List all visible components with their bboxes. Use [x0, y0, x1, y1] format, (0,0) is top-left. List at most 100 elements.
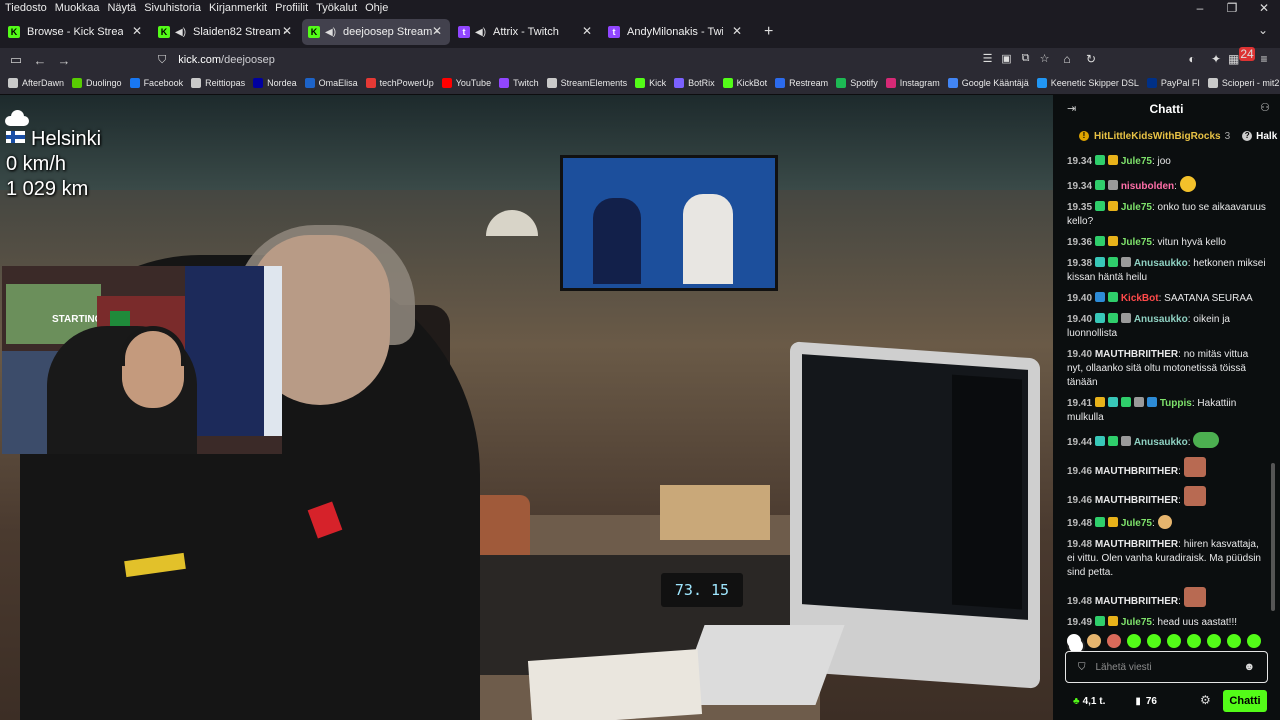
emote-icon[interactable]	[1187, 634, 1201, 648]
browser-tab[interactable]: t ◀) Attrix - Twitch ✕	[452, 19, 600, 45]
close-window-icon[interactable]: ✕	[1248, 0, 1280, 16]
pinned-user-2[interactable]: Halk	[1256, 131, 1277, 142]
emote-icon[interactable]	[1227, 634, 1241, 648]
menu-item[interactable]: Profiilit	[275, 2, 308, 14]
chat-scrollbar[interactable]	[1271, 463, 1275, 611]
menu-item[interactable]: Näytä	[107, 2, 136, 14]
users-icon[interactable]: ⚇	[1260, 101, 1270, 114]
send-chat-button[interactable]: Chatti	[1223, 690, 1267, 712]
sidebar-toggle-icon[interactable]: ▭	[4, 52, 28, 68]
close-tab-icon[interactable]: ✕	[732, 24, 742, 38]
message-username[interactable]: Jule75	[1121, 518, 1152, 529]
home-icon[interactable]: ⌂	[1055, 52, 1079, 66]
menu-item[interactable]: Muokkaa	[55, 2, 100, 14]
emote-icon[interactable]	[1147, 634, 1161, 648]
browser-tab[interactable]: K Browse - Kick Streaming ✕	[2, 19, 150, 45]
channel-points[interactable]: 4,1 t.	[1083, 696, 1106, 707]
bookmark-item[interactable]: KickBot	[722, 78, 767, 88]
bookmark-item[interactable]: BotRix	[674, 78, 715, 88]
message-username[interactable]: Anusaukko	[1134, 437, 1188, 448]
extensions-puzzle-icon[interactable]: ✦	[1204, 52, 1228, 66]
bookmark-item[interactable]: Kick	[635, 78, 666, 88]
bookmark-item[interactable]: Keenetic Skipper DSL	[1036, 78, 1139, 88]
emote-icon[interactable]	[1087, 634, 1101, 648]
speaker-icon[interactable]: ◀)	[475, 27, 486, 38]
message-username[interactable]: MAUTHBRIITHER	[1095, 596, 1178, 607]
emoji-icon[interactable]: ☻	[1244, 661, 1256, 673]
bookmark-star-icon[interactable]: ☆	[1035, 52, 1054, 65]
bookmark-item[interactable]: Google Kääntäjä	[947, 78, 1029, 88]
list-tabs-icon[interactable]: ⌄	[1258, 23, 1268, 37]
forward-icon[interactable]: →	[52, 53, 76, 68]
close-tab-icon[interactable]: ✕	[582, 24, 592, 38]
bookmark-item[interactable]: Reittiopas	[191, 78, 245, 88]
menu-item[interactable]: Ohje	[365, 2, 388, 14]
bookmark-item[interactable]: PayPal FI	[1146, 78, 1200, 88]
bookmark-item[interactable]: AfterDawn	[8, 78, 64, 88]
bookmark-item[interactable]: Facebook	[129, 78, 183, 88]
message-username[interactable]: Anusaukko	[1134, 314, 1188, 325]
bookmark-item[interactable]: StreamElements	[546, 78, 627, 88]
bookmark-item[interactable]: Instagram	[885, 78, 940, 88]
emote-icon[interactable]	[1207, 634, 1221, 648]
menu-item[interactable]: Kirjanmerkit	[209, 2, 267, 14]
emote-icon[interactable]	[1167, 634, 1181, 648]
emote-icon[interactable]	[1247, 634, 1261, 648]
message-username[interactable]: MAUTHBRIITHER	[1095, 466, 1178, 477]
reload-icon[interactable]: ↻	[1079, 52, 1103, 66]
browser-tab[interactable]: K ◀) deejoosep Stream - Watch✕	[302, 19, 450, 45]
menu-item[interactable]: Tiedosto	[5, 2, 47, 14]
message-username[interactable]: Tuppis	[1160, 398, 1192, 409]
new-tab-icon[interactable]: +	[764, 23, 773, 41]
bookmark-item[interactable]: Scioperi - mit2	[1207, 78, 1279, 88]
emote-icon[interactable]	[1127, 634, 1141, 648]
menu-item[interactable]: Sivuhistoria	[144, 2, 201, 14]
chat-input-box[interactable]: ⛉ ☻	[1065, 651, 1268, 683]
message-username[interactable]: Anusaukko	[1134, 258, 1188, 269]
reader-view-icon[interactable]: ☰	[978, 52, 997, 65]
bookmark-item[interactable]: Spotify	[836, 78, 878, 88]
message-username[interactable]: MAUTHBRIITHER	[1095, 495, 1178, 506]
close-tab-icon[interactable]: ✕	[282, 24, 292, 38]
message-username[interactable]: Jule75	[1121, 202, 1152, 213]
chat-message-input[interactable]	[1093, 660, 1238, 674]
emote-icon[interactable]	[1067, 634, 1081, 648]
message-username[interactable]: KickBot	[1121, 293, 1159, 304]
bookmark-item[interactable]: OmaElisa	[304, 78, 358, 88]
translate-icon[interactable]: ⧉	[1016, 52, 1035, 65]
close-tab-icon[interactable]: ✕	[432, 24, 442, 38]
emote-icon[interactable]	[1107, 634, 1121, 648]
gear-icon[interactable]: ⚙	[1200, 693, 1211, 707]
shield-icon[interactable]: ⛉	[1078, 662, 1086, 673]
message-username[interactable]: MAUTHBRIITHER	[1095, 349, 1178, 360]
speaker-icon[interactable]: ◀)	[175, 27, 186, 38]
restore-icon[interactable]: ❐	[1216, 0, 1248, 16]
url-bar[interactable]: ⛉ kick.com/deejoosep	[150, 48, 1055, 72]
bookmark-item[interactable]: Restream	[775, 78, 828, 88]
message-username[interactable]: MAUTHBRIITHER	[1095, 539, 1178, 550]
bookmark-item[interactable]: techPowerUp	[365, 78, 434, 88]
bookmark-item[interactable]: Duolingo	[72, 78, 122, 88]
app-menu-icon[interactable]: ≡	[1252, 52, 1276, 66]
message-username[interactable]: nisubolden	[1121, 181, 1174, 192]
menu-item[interactable]: Työkalut	[316, 2, 357, 14]
bookmark-item[interactable]: Nordea	[253, 78, 297, 88]
browser-tab[interactable]: t AndyMilonakis - Twitch ✕	[602, 19, 750, 45]
browser-tab[interactable]: K ◀) Slaiden82 Stream - Watch L✕	[152, 19, 300, 45]
notification-icon[interactable]: ▦24	[1228, 47, 1255, 66]
pinned-user-1[interactable]: HitLittleKidsWithBigRocks	[1094, 131, 1221, 142]
extension-circle-icon[interactable]: ◐	[1180, 52, 1204, 66]
speaker-icon[interactable]: ◀)	[325, 27, 336, 38]
minimize-icon[interactable]: –	[1184, 0, 1216, 16]
stream-video[interactable]: 73. 15 Helsinki 0 km/h 1 029 km STARTING…	[0, 95, 1053, 720]
message-username[interactable]: Jule75	[1121, 617, 1152, 628]
collapse-chat-icon[interactable]: ⇥	[1067, 102, 1076, 115]
picture-icon[interactable]: ▣	[997, 52, 1016, 65]
back-icon[interactable]: ←	[28, 53, 52, 68]
bookmark-item[interactable]: Twitch	[499, 78, 539, 88]
chat-messages[interactable]: 19.34 Jule75: joo 19.34 nisubolden: 19.35…	[1067, 155, 1267, 695]
message-username[interactable]: Jule75	[1121, 156, 1152, 167]
message-username[interactable]: Jule75	[1121, 237, 1152, 248]
url-text[interactable]: kick.com/deejoosep	[178, 54, 275, 66]
shield-icon[interactable]: ⛉	[158, 54, 166, 67]
